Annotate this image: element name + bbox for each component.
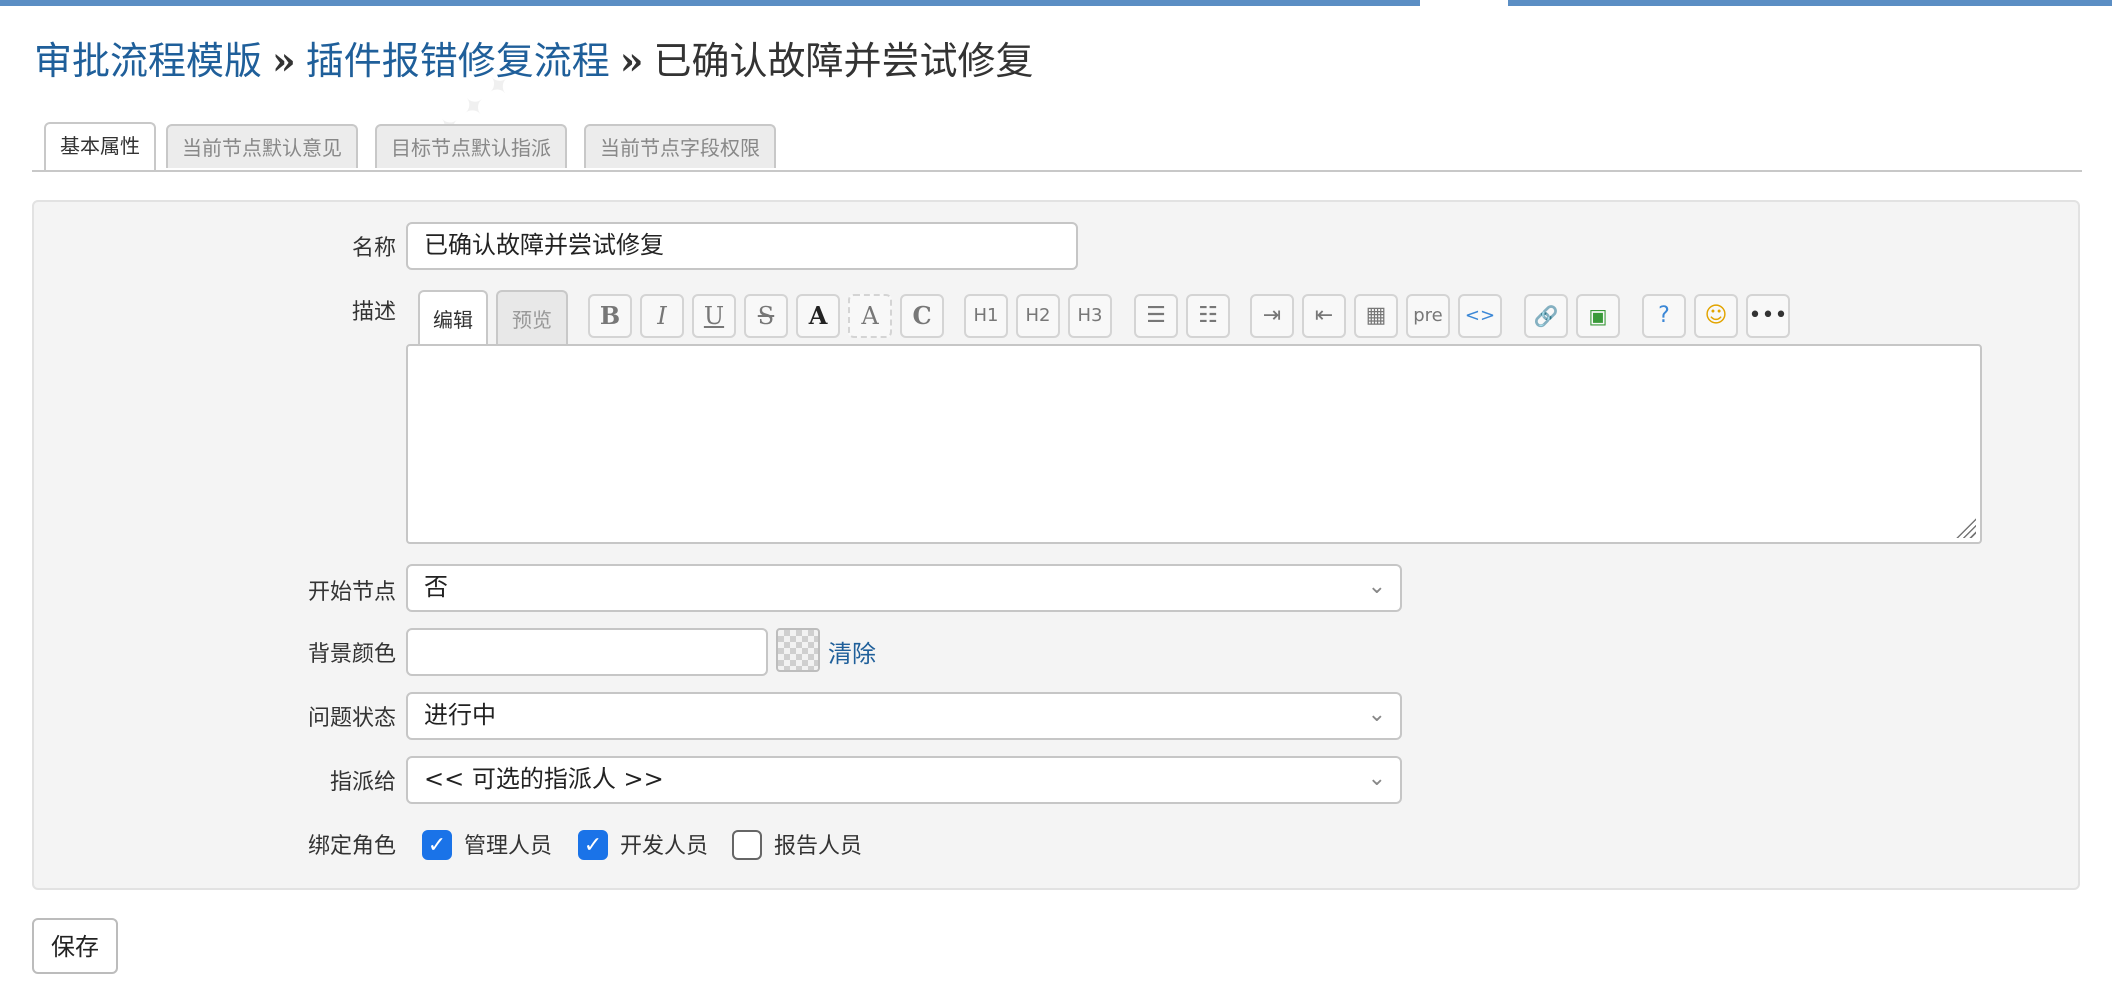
role-checkbox-reporter[interactable] [732, 830, 762, 860]
start-node-value: 否 [424, 573, 448, 601]
top-progress-bar [0, 0, 1420, 6]
image-icon[interactable]: ▣ [1576, 294, 1620, 338]
h2-icon[interactable]: H2 [1016, 294, 1060, 338]
page-title: 已确认故障并尝试修复 [653, 39, 1034, 83]
role-label-reporter: 报告人员 [774, 834, 863, 859]
description-editor[interactable] [406, 344, 1982, 544]
h1-icon[interactable]: H1 [964, 294, 1008, 338]
bullet-list-icon[interactable]: ☰ [1134, 294, 1178, 338]
role-checkbox-admin[interactable]: ✓ [422, 830, 452, 860]
start-node-label: 开始节点 [307, 580, 396, 605]
breadcrumb-separator: » [619, 38, 644, 83]
bold-icon[interactable]: B [588, 294, 632, 338]
breadcrumb-link-templates[interactable]: 审批流程模版 [34, 39, 262, 83]
save-button[interactable]: 保存 [32, 918, 118, 974]
clear-color-link[interactable]: 清除 [828, 634, 876, 669]
table-icon[interactable]: ▦ [1354, 294, 1398, 338]
name-label: 名称 [351, 236, 396, 261]
breadcrumb-link-workflow[interactable]: 插件报错修复流程 [306, 39, 610, 83]
status-value: 进行中 [424, 701, 496, 729]
breadcrumb: 审批流程模版» 插件报错修复流程» 已确认故障并尝试修复 [34, 36, 1034, 86]
chevron-down-icon: ⌄ [1367, 766, 1386, 791]
editor-tab-edit[interactable]: 编辑 [418, 290, 488, 346]
start-node-select[interactable]: 否 ⌄ [406, 564, 1402, 612]
top-progress-bar-right [1508, 0, 2112, 6]
chevron-down-icon: ⌄ [1367, 574, 1386, 599]
underline-icon[interactable]: U [692, 294, 736, 338]
resize-grip-icon[interactable] [1954, 516, 1976, 538]
color-picker-icon[interactable] [776, 628, 820, 672]
chevron-down-icon: ⌄ [1367, 702, 1386, 727]
role-label-developer: 开发人员 [620, 834, 709, 859]
bg-color-label: 背景颜色 [307, 642, 396, 667]
role-label-admin: 管理人员 [464, 834, 553, 859]
breadcrumb-separator: » [272, 38, 296, 83]
outdent-icon[interactable]: ⇤ [1302, 294, 1346, 338]
editor-tab-preview[interactable]: 预览 [496, 290, 568, 346]
description-label: 描述 [351, 300, 396, 325]
numbered-list-icon[interactable]: ☷ [1186, 294, 1230, 338]
italic-icon[interactable]: I [640, 294, 684, 338]
pre-icon[interactable]: pre [1406, 294, 1450, 338]
bg-color-input[interactable] [406, 628, 768, 676]
more-icon[interactable]: ••• [1746, 294, 1790, 338]
tab-bar: 基本属性 当前节点默认意见 目标节点默认指派 当前节点字段权限 [32, 122, 2082, 172]
inline-code-icon[interactable]: C [900, 294, 944, 338]
emoji-icon[interactable]: ☺ [1694, 294, 1738, 338]
status-label: 问题状态 [307, 706, 396, 731]
tab-basic-properties[interactable]: 基本属性 [44, 122, 156, 170]
tab-default-assignee[interactable]: 目标节点默认指派 [375, 124, 567, 168]
help-icon[interactable]: ? [1642, 294, 1686, 338]
h3-icon[interactable]: H3 [1068, 294, 1112, 338]
assign-label: 指派给 [329, 770, 396, 795]
assignee-select[interactable]: << 可选的指派人 >> ⌄ [406, 756, 1402, 804]
assignee-value: << 可选的指派人 >> [424, 765, 664, 793]
background-color-icon[interactable]: A [848, 294, 892, 338]
tab-field-permissions[interactable]: 当前节点字段权限 [584, 124, 776, 168]
name-input[interactable]: 已确认故障并尝试修复 [406, 222, 1078, 270]
indent-icon[interactable]: ⇥ [1250, 294, 1294, 338]
tab-default-opinion[interactable]: 当前节点默认意见 [166, 124, 358, 168]
font-color-icon[interactable]: A [796, 294, 840, 338]
strikethrough-icon[interactable]: S [744, 294, 788, 338]
roles-label: 绑定角色 [307, 834, 396, 859]
status-select[interactable]: 进行中 ⌄ [406, 692, 1402, 740]
link-icon[interactable]: 🔗 [1524, 294, 1568, 338]
source-code-icon[interactable]: <> [1458, 294, 1502, 338]
role-checkbox-developer[interactable]: ✓ [578, 830, 608, 860]
